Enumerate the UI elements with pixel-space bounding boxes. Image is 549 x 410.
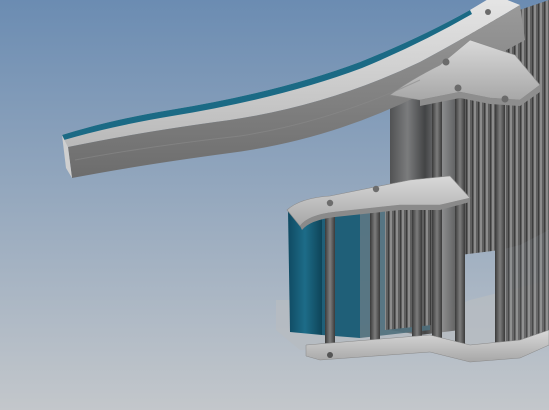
vertical-post [432, 95, 442, 345]
vertical-post [325, 205, 335, 345]
mounting-hole [485, 9, 491, 15]
vertical-post [495, 98, 505, 353]
cad-3d-viewport[interactable] [0, 0, 549, 410]
mounting-hole [327, 352, 333, 358]
slatted-wall-mid [385, 198, 432, 330]
vertical-post [412, 192, 422, 340]
3d-model-render[interactable] [0, 0, 549, 410]
mounting-hole [454, 84, 462, 92]
mounting-hole [442, 58, 450, 66]
mounting-hole [501, 95, 509, 103]
slatted-wall-right-lower [500, 230, 549, 350]
vertical-post [370, 192, 380, 342]
mounting-hole [326, 199, 334, 207]
vertical-post [455, 90, 465, 345]
mounting-hole [372, 185, 380, 193]
